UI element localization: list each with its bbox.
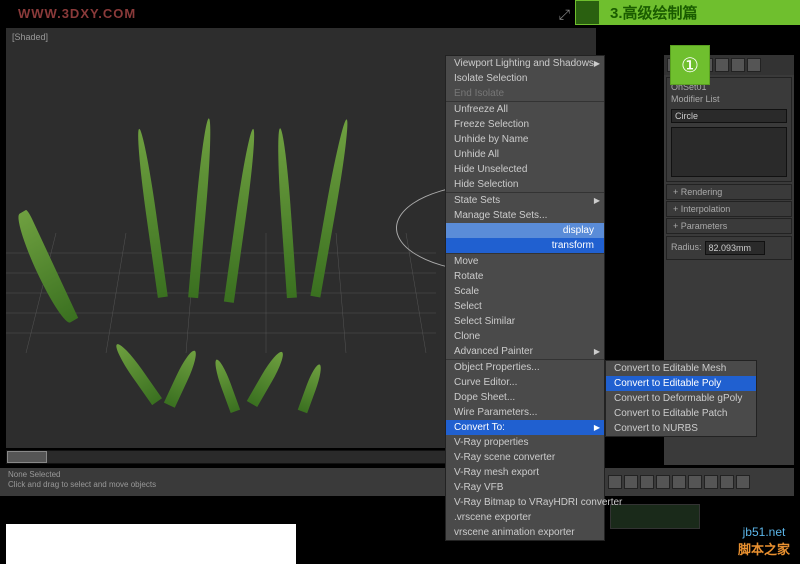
menu-item[interactable]: Dope Sheet... bbox=[446, 390, 604, 405]
menu-item[interactable]: Clone bbox=[446, 329, 604, 344]
rollout-rendering[interactable]: Rendering bbox=[666, 184, 792, 200]
menu-item[interactable]: Object Properties... bbox=[446, 359, 604, 375]
menu-item[interactable]: Scale bbox=[446, 284, 604, 299]
goto-start-button[interactable] bbox=[608, 475, 622, 489]
modifier-stack[interactable] bbox=[671, 127, 787, 177]
menu-item[interactable]: Freeze Selection bbox=[446, 117, 604, 132]
radius-input[interactable] bbox=[705, 241, 765, 255]
menu-item[interactable]: .vrscene exporter bbox=[446, 510, 604, 525]
submenu-item[interactable]: Convert to Editable Mesh bbox=[606, 361, 756, 376]
menu-item[interactable]: Move bbox=[446, 253, 604, 269]
menu-item[interactable]: Curve Editor... bbox=[446, 375, 604, 390]
menu-item[interactable]: Select bbox=[446, 299, 604, 314]
menu-item[interactable]: Unhide by Name bbox=[446, 132, 604, 147]
rollout-interpolation[interactable]: Interpolation bbox=[666, 201, 792, 217]
grass-blade[interactable] bbox=[298, 363, 324, 413]
utilities-tab[interactable] bbox=[747, 58, 761, 72]
goto-end-button[interactable] bbox=[672, 475, 686, 489]
menu-item: End Isolate bbox=[446, 86, 604, 101]
menu-item[interactable]: V-Ray Bitmap to VRayHDRI converter bbox=[446, 495, 604, 510]
menu-item[interactable]: Wire Parameters... bbox=[446, 405, 604, 420]
expand-icon[interactable]: ⤢ bbox=[559, 6, 570, 23]
menu-item[interactable]: Hide Unselected bbox=[446, 162, 604, 177]
menu-item[interactable]: Isolate Selection bbox=[446, 71, 604, 86]
tutorial-title: 3.高级绘制篇 bbox=[610, 2, 698, 23]
menu-item[interactable]: Rotate bbox=[446, 269, 604, 284]
site-url: jb51.net bbox=[738, 525, 790, 539]
display-tab[interactable] bbox=[731, 58, 745, 72]
menu-item[interactable]: State Sets▶ bbox=[446, 192, 604, 208]
menu-item[interactable]: display bbox=[446, 223, 604, 238]
menu-item[interactable]: Manage State Sets... bbox=[446, 208, 604, 223]
time-slider[interactable] bbox=[7, 451, 47, 463]
zoom-button[interactable] bbox=[688, 475, 702, 489]
menu-item[interactable]: V-Ray properties bbox=[446, 435, 604, 450]
watermark-text: WWW.3DXY.COM bbox=[18, 6, 136, 21]
menu-item[interactable]: vrscene animation exporter bbox=[446, 525, 604, 540]
menu-item[interactable]: Unfreeze All bbox=[446, 101, 604, 117]
viewport-grid bbox=[6, 233, 436, 353]
submenu-item[interactable]: Convert to Deformable gPoly bbox=[606, 391, 756, 406]
menu-item[interactable]: V-Ray scene converter bbox=[446, 450, 604, 465]
menu-item[interactable]: transform bbox=[446, 238, 604, 253]
viewport-shading-label[interactable]: [Shaded] bbox=[12, 32, 48, 42]
menu-item[interactable]: Select Similar bbox=[446, 314, 604, 329]
step-badge: ① bbox=[670, 45, 710, 85]
grass-blade[interactable] bbox=[247, 349, 287, 407]
prev-frame-button[interactable] bbox=[624, 475, 638, 489]
submenu-item[interactable]: Convert to NURBS bbox=[606, 421, 756, 436]
convert-submenu: Convert to Editable MeshConvert to Edita… bbox=[605, 360, 757, 437]
rollout-parameters[interactable]: Parameters bbox=[666, 218, 792, 234]
tutorial-header: 3.高级绘制篇 bbox=[600, 0, 800, 25]
menu-item[interactable]: Hide Selection bbox=[446, 177, 604, 192]
animation-controls bbox=[604, 468, 794, 496]
bottom-blank-panel bbox=[6, 524, 296, 564]
menu-item[interactable]: Unhide All bbox=[446, 147, 604, 162]
menu-item[interactable]: Viewport Lighting and Shadows▶ bbox=[446, 56, 604, 71]
modifier-list-dropdown[interactable] bbox=[671, 109, 787, 123]
next-frame-button[interactable] bbox=[656, 475, 670, 489]
site-name: 脚本之家 bbox=[738, 539, 790, 558]
orbit-button[interactable] bbox=[720, 475, 734, 489]
menu-item[interactable]: V-Ray VFB bbox=[446, 480, 604, 495]
radius-label: Radius: bbox=[671, 242, 702, 252]
menu-item[interactable]: Convert To:▶ bbox=[446, 420, 604, 435]
pan-button[interactable] bbox=[704, 475, 718, 489]
reference-thumbnail bbox=[610, 504, 700, 529]
grass-blade[interactable] bbox=[164, 348, 200, 407]
menu-item[interactable]: V-Ray mesh export bbox=[446, 465, 604, 480]
site-logo: jb51.net 脚本之家 bbox=[738, 525, 790, 558]
submenu-item[interactable]: Convert to Editable Poly bbox=[606, 376, 756, 391]
modifier-list-label: Modifier List bbox=[671, 94, 787, 104]
motion-tab[interactable] bbox=[715, 58, 729, 72]
maximize-button[interactable] bbox=[736, 475, 750, 489]
grass-blade[interactable] bbox=[212, 358, 240, 413]
play-button[interactable] bbox=[640, 475, 654, 489]
material-thumbnail[interactable] bbox=[575, 0, 600, 25]
submenu-item[interactable]: Convert to Editable Patch bbox=[606, 406, 756, 421]
quad-menu: Viewport Lighting and Shadows▶Isolate Se… bbox=[445, 55, 605, 541]
menu-item[interactable]: Advanced Painter▶ bbox=[446, 344, 604, 359]
